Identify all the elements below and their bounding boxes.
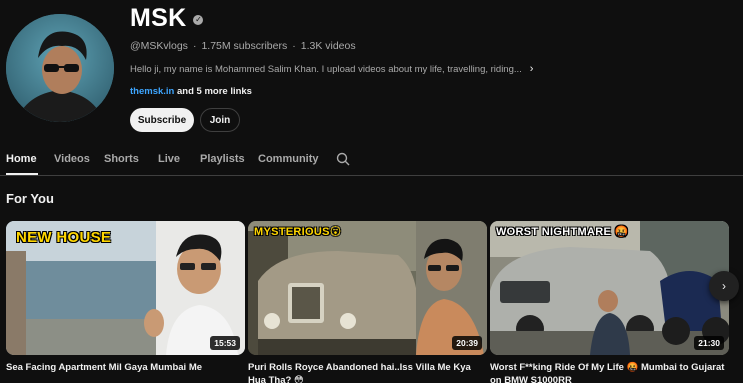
channel-avatar[interactable] — [6, 14, 114, 122]
join-button[interactable]: Join — [200, 108, 240, 132]
search-icon[interactable] — [336, 152, 350, 166]
tab-live[interactable]: Live — [158, 153, 180, 165]
tab-videos[interactable]: Videos — [54, 153, 90, 165]
channel-link[interactable]: themsk.in — [130, 86, 174, 97]
thumbnail-text: MYSTERIOUS😮 — [254, 226, 342, 238]
video-count: 1.3K videos — [300, 40, 356, 52]
section-title: For You — [6, 191, 54, 206]
video-title[interactable]: Puri Rolls Royce Abandoned hai..Iss Vill… — [248, 361, 484, 383]
avatar-image — [6, 14, 114, 122]
channel-description[interactable]: Hello ji, my name is Mohammed Salim Khan… — [130, 63, 533, 75]
tab-home[interactable]: Home — [6, 153, 37, 165]
tab-playlists[interactable]: Playlists — [200, 153, 245, 165]
video-thumbnail[interactable]: NEW HOUSE 15:53 — [6, 221, 245, 355]
subscribe-button[interactable]: Subscribe — [130, 108, 194, 132]
channel-meta: @MSKvlogs · 1.75M subscribers · 1.3K vid… — [130, 40, 356, 52]
active-tab-indicator — [6, 173, 38, 175]
video-duration: 15:53 — [210, 336, 240, 350]
meta-separator: · — [192, 40, 197, 52]
more-links[interactable]: and 5 more links — [174, 86, 252, 97]
thumbnail-image — [490, 221, 729, 355]
next-arrow-button[interactable]: › — [709, 271, 739, 301]
channel-name: MSK — [130, 4, 187, 32]
channel-handle: @MSKvlogs — [130, 40, 188, 52]
video-duration: 20:39 — [452, 336, 482, 350]
channel-header: MSK ✓ — [130, 4, 204, 33]
thumbnail-text: WORST NIGHTMARE 🤬 — [496, 226, 629, 238]
channel-tabs: Home Videos Shorts Live Playlists Commun… — [0, 148, 743, 176]
meta-separator: · — [292, 40, 296, 52]
tab-community[interactable]: Community — [258, 153, 319, 165]
video-duration: 21:30 — [694, 336, 724, 350]
chevron-right-icon: › — [722, 279, 726, 293]
video-thumbnail[interactable]: MYSTERIOUS😮 20:39 — [248, 221, 487, 355]
check-circle-icon: ✓ — [193, 15, 204, 25]
thumbnail-text: NEW HOUSE — [16, 229, 112, 246]
video-title[interactable]: Sea Facing Apartment Mil Gaya Mumbai Me — [6, 361, 242, 383]
chevron-right-icon[interactable]: › — [530, 63, 534, 75]
tab-shorts[interactable]: Shorts — [104, 153, 139, 165]
description-text: Hello ji, my name is Mohammed Salim Khan… — [130, 63, 522, 75]
channel-links: themsk.in and 5 more links — [130, 86, 252, 97]
subscriber-count: 1.75M subscribers — [201, 40, 288, 52]
video-thumbnail[interactable]: WORST NIGHTMARE 🤬 21:30 — [490, 221, 729, 355]
thumbnail-image — [248, 221, 487, 355]
video-title[interactable]: Worst F**king Ride Of My Life 🤬 Mumbai t… — [490, 361, 726, 383]
